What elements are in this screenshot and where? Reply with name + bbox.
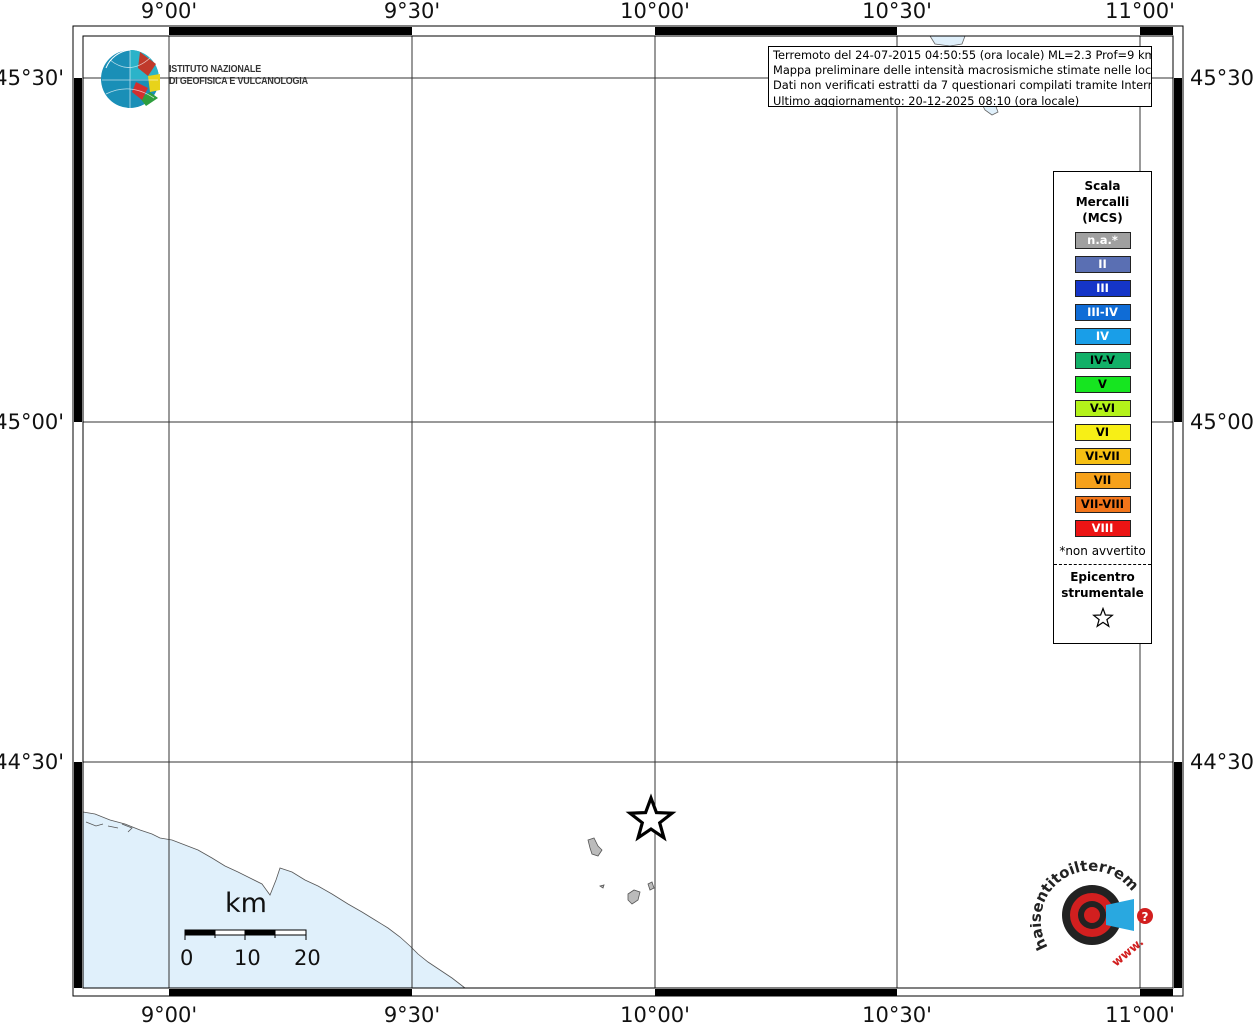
haisentitoilterremoto-logo[interactable]: haisentitoilterremoto.it ? www. bbox=[1025, 841, 1160, 977]
axis-label-top: 10°30' bbox=[862, 0, 932, 23]
legend-scale-item: VI-VII bbox=[1074, 448, 1131, 465]
axis-label-bottom: 11°00' bbox=[1105, 1003, 1175, 1024]
scale-bar-tick-20: 20 bbox=[294, 946, 321, 970]
legend-items: n.a.* II III III-IV IV IV-V V V-VI VI VI-VII VII VI… bbox=[1054, 232, 1151, 537]
axis-label-top: 9°00' bbox=[141, 0, 197, 23]
globe-icon bbox=[101, 49, 160, 108]
axis-label-right: 45°30' bbox=[1190, 66, 1255, 90]
legend-scale-item: III bbox=[1074, 280, 1131, 297]
ingv-logo-text: ISTITUTO NAZIONALE DI GEOFISICA E VULCAN… bbox=[169, 63, 308, 87]
bottom-axis: 9°00' 9°30' 10°00' 10°30' 11°00' bbox=[141, 1003, 1175, 1024]
scale-bar-tick-10: 10 bbox=[234, 946, 261, 970]
legend-scale-item: VI bbox=[1074, 424, 1131, 441]
axis-label-bottom: 10°30' bbox=[862, 1003, 932, 1024]
legend-scale-item: V bbox=[1074, 376, 1131, 393]
hst-logo-prefix: www. bbox=[1109, 935, 1146, 970]
legend-epicenter-line-1: Epicentro bbox=[1070, 570, 1135, 584]
legend-scale-item: II bbox=[1074, 256, 1131, 273]
legend-scale-item: VII-VIII bbox=[1074, 496, 1131, 513]
axis-label-right: 45°00' bbox=[1190, 410, 1255, 434]
left-axis: 45°30' 45°00' 44°30' bbox=[0, 66, 64, 774]
legend-scale-item: VIII bbox=[1074, 520, 1131, 537]
axis-label-bottom: 9°00' bbox=[141, 1003, 197, 1024]
legend-title: Scala Mercalli (MCS) bbox=[1054, 178, 1151, 226]
logo-line-1: ISTITUTO NAZIONALE bbox=[169, 63, 261, 75]
svg-text:?: ? bbox=[1142, 910, 1149, 924]
axis-label-left: 45°30' bbox=[0, 66, 64, 90]
event-info-line-1: Terremoto del 24-07-2015 04:50:55 (ora l… bbox=[773, 48, 1152, 62]
legend-scale-item: IV-V bbox=[1074, 352, 1131, 369]
axis-label-left: 45°00' bbox=[0, 410, 64, 434]
mcs-legend: Scala Mercalli (MCS) n.a.* II III III-IV IV I… bbox=[1053, 171, 1152, 644]
event-info-box: Terremoto del 24-07-2015 04:50:55 (ora l… bbox=[768, 46, 1152, 107]
event-info-line-2: Mappa preliminare delle intensità macros… bbox=[773, 63, 1152, 78]
legend-title-line-3: (MCS) bbox=[1082, 211, 1123, 225]
scale-bar-tick-0: 0 bbox=[180, 946, 194, 970]
event-info-line-3: Dati non verificati estratti da 7 questi… bbox=[773, 78, 1152, 93]
legend-epicenter-line-2: strumentale bbox=[1061, 586, 1144, 600]
axis-label-top: 10°00' bbox=[620, 0, 690, 23]
legend-note: *non avvertito bbox=[1059, 544, 1146, 558]
legend-scale-item: n.a.* bbox=[1074, 232, 1131, 249]
top-axis: 9°00' 9°30' 10°00' 10°30' 11°00' bbox=[141, 0, 1175, 23]
legend-scale-item: III-IV bbox=[1074, 304, 1131, 321]
axis-label-top: 9°30' bbox=[384, 0, 440, 23]
map-area bbox=[83, 36, 1173, 988]
axis-label-left: 44°30' bbox=[0, 750, 64, 774]
axis-label-bottom: 9°30' bbox=[384, 1003, 440, 1024]
axis-label-top: 11°00' bbox=[1105, 0, 1175, 23]
logo-line-2: DI GEOFISICA E VULCANOLOGIA bbox=[169, 75, 308, 87]
axis-label-right: 44°30' bbox=[1190, 750, 1255, 774]
scale-bar-unit: km bbox=[225, 888, 267, 919]
legend-scale-item: V-VI bbox=[1074, 400, 1131, 417]
legend-star-icon bbox=[1054, 606, 1151, 633]
legend-divider bbox=[1054, 564, 1151, 565]
ingv-logo: ISTITUTO NAZIONALE DI GEOFISICA E VULCAN… bbox=[100, 46, 320, 110]
legend-title-line-1: Scala bbox=[1084, 179, 1121, 193]
legend-scale-item: IV bbox=[1074, 328, 1131, 345]
legend-title-line-2: Mercalli bbox=[1075, 195, 1130, 209]
legend-epicenter-label: Epicentro strumentale bbox=[1054, 569, 1151, 601]
axis-label-bottom: 10°00' bbox=[620, 1003, 690, 1024]
scale-bar-graphic bbox=[184, 929, 307, 940]
right-axis: 45°30' 45°00' 44°30' bbox=[1190, 66, 1255, 774]
event-info-line-4: Ultimo aggiornamento: 20-12-2025 08:10 (… bbox=[773, 93, 1080, 107]
legend-scale-item: VII bbox=[1074, 472, 1131, 489]
scale-bar: km 0 10 20 bbox=[180, 888, 321, 970]
